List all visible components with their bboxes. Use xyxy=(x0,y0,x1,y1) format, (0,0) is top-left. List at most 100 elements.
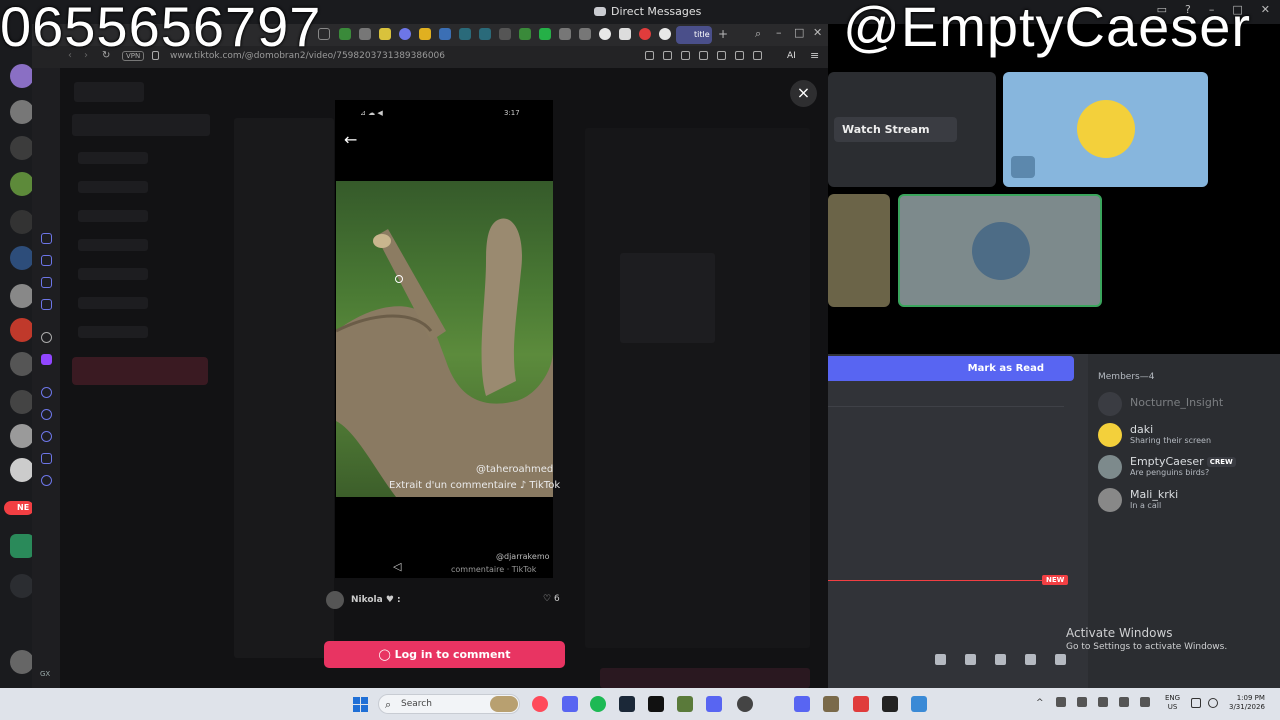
close-button[interactable]: ✕ xyxy=(1261,3,1270,16)
tray-chevron-icon[interactable]: ^ xyxy=(1036,698,1044,708)
tab-favicon[interactable] xyxy=(359,28,371,40)
commenter-name[interactable]: Nikola ♥ : xyxy=(351,595,401,605)
tray-icon[interactable] xyxy=(1119,697,1129,707)
emoji-icon[interactable] xyxy=(1025,654,1036,665)
taskbar-clock[interactable]: 1:09 PM 3/31/2026 xyxy=(1229,694,1265,712)
shield-icon[interactable] xyxy=(681,51,690,60)
close-button[interactable]: ✕ xyxy=(813,26,822,39)
twitch-icon[interactable] xyxy=(41,354,52,365)
server-icon[interactable] xyxy=(10,100,34,124)
watch-stream-button[interactable]: Watch Stream xyxy=(834,117,938,142)
app-icon[interactable] xyxy=(794,696,810,712)
tray-icon[interactable] xyxy=(1077,697,1087,707)
apps-icon[interactable] xyxy=(1055,654,1066,665)
gift-icon[interactable] xyxy=(935,654,946,665)
tiktok-taskbar-icon[interactable] xyxy=(648,696,664,712)
bag-icon[interactable] xyxy=(41,255,52,266)
play-icon[interactable] xyxy=(699,51,708,60)
mic-icon[interactable] xyxy=(1140,697,1150,707)
tab-favicon[interactable] xyxy=(539,28,551,40)
server-icon[interactable] xyxy=(10,390,34,414)
search-tabs-icon[interactable]: ⌕ xyxy=(755,27,761,41)
tab-favicon[interactable] xyxy=(639,28,651,40)
settings-icon[interactable] xyxy=(41,475,52,486)
tab-favicon[interactable] xyxy=(339,28,351,40)
sticker-icon[interactable] xyxy=(995,654,1006,665)
new-tab-button[interactable]: + xyxy=(718,27,728,41)
comment-likes[interactable]: ♡ 6 xyxy=(543,594,560,604)
server-icon[interactable] xyxy=(10,284,34,308)
network-icon[interactable] xyxy=(1191,698,1201,708)
heart-icon[interactable] xyxy=(41,409,52,420)
ai-button[interactable]: AI xyxy=(787,51,796,61)
start-button[interactable] xyxy=(353,697,369,713)
history-icon[interactable] xyxy=(41,431,52,442)
server-icon[interactable] xyxy=(10,352,34,376)
server-icon[interactable] xyxy=(10,136,34,160)
user-avatar[interactable] xyxy=(10,650,34,674)
tab-favicon[interactable] xyxy=(399,28,411,40)
rss-icon[interactable] xyxy=(10,574,34,598)
minecraft-icon[interactable] xyxy=(823,696,839,712)
messenger-icon[interactable] xyxy=(41,277,52,288)
youtube-icon[interactable] xyxy=(853,696,869,712)
server-icon[interactable] xyxy=(10,458,34,482)
snapshot-icon[interactable] xyxy=(663,51,672,60)
pin-icon[interactable] xyxy=(645,51,654,60)
server-icon[interactable] xyxy=(10,210,34,234)
steam-icon[interactable] xyxy=(619,696,635,712)
tray-icon[interactable] xyxy=(1098,697,1108,707)
opera-icon[interactable] xyxy=(532,696,548,712)
language-indicator[interactable]: ENG US xyxy=(1165,694,1180,712)
close-modal-button[interactable]: × xyxy=(790,80,817,107)
discord-taskbar-icon[interactable] xyxy=(562,696,578,712)
widget-icon[interactable] xyxy=(490,696,518,712)
app-icon[interactable] xyxy=(677,696,693,712)
app-icon[interactable] xyxy=(882,696,898,712)
new-unread-badge[interactable]: NE xyxy=(4,501,34,515)
tab-favicon[interactable] xyxy=(579,28,591,40)
app-icon[interactable] xyxy=(911,696,927,712)
eye-icon[interactable] xyxy=(931,117,957,142)
back-arrow-icon[interactable]: ← xyxy=(344,130,357,149)
tab-favicon[interactable] xyxy=(519,28,531,40)
app-icon[interactable] xyxy=(737,696,753,712)
m-icon[interactable] xyxy=(41,299,52,310)
server-icon[interactable] xyxy=(10,64,34,88)
maximize-button[interactable]: □ xyxy=(794,26,804,39)
server-icon[interactable] xyxy=(10,172,34,196)
minimize-button[interactable]: – xyxy=(776,26,782,39)
commenter-avatar[interactable] xyxy=(326,591,344,609)
tab-favicon[interactable] xyxy=(659,28,671,40)
tab-favicon[interactable] xyxy=(379,28,391,40)
heart-icon[interactable] xyxy=(717,51,726,60)
tab-favicon[interactable] xyxy=(599,28,611,40)
server-icon[interactable] xyxy=(10,246,34,270)
participant-tile-daki[interactable] xyxy=(1003,72,1208,187)
wallet-icon[interactable] xyxy=(735,51,744,60)
tab-favicon[interactable] xyxy=(439,28,451,40)
participant-tile-emptycaeser[interactable] xyxy=(898,194,1102,307)
login-to-comment-button[interactable]: ◯ Log in to comment xyxy=(324,641,565,668)
volume-icon[interactable] xyxy=(1208,698,1218,708)
server-icon[interactable] xyxy=(10,534,34,558)
tab-favicon[interactable] xyxy=(459,28,471,40)
server-icon[interactable] xyxy=(10,318,34,342)
extensions-icon[interactable] xyxy=(41,453,52,464)
refresh-icon[interactable] xyxy=(41,233,52,244)
gif-icon[interactable] xyxy=(965,654,976,665)
mark-as-read-button[interactable]: Mark as Read xyxy=(828,356,1074,381)
spotify-icon[interactable] xyxy=(590,696,606,712)
tray-icon[interactable] xyxy=(1056,697,1066,707)
menu-icon[interactable]: ≡ xyxy=(810,49,819,62)
server-icon[interactable] xyxy=(10,424,34,448)
participant-tile[interactable] xyxy=(828,194,890,307)
tab-favicon[interactable] xyxy=(479,28,491,40)
download-icon[interactable] xyxy=(753,51,762,60)
tab-favicon[interactable] xyxy=(559,28,571,40)
tab-favicon[interactable] xyxy=(619,28,631,40)
app-icon[interactable] xyxy=(706,696,722,712)
player-icon[interactable] xyxy=(41,387,52,398)
chatgpt-icon[interactable] xyxy=(41,332,52,343)
tab-active[interactable]: title xyxy=(676,26,712,44)
